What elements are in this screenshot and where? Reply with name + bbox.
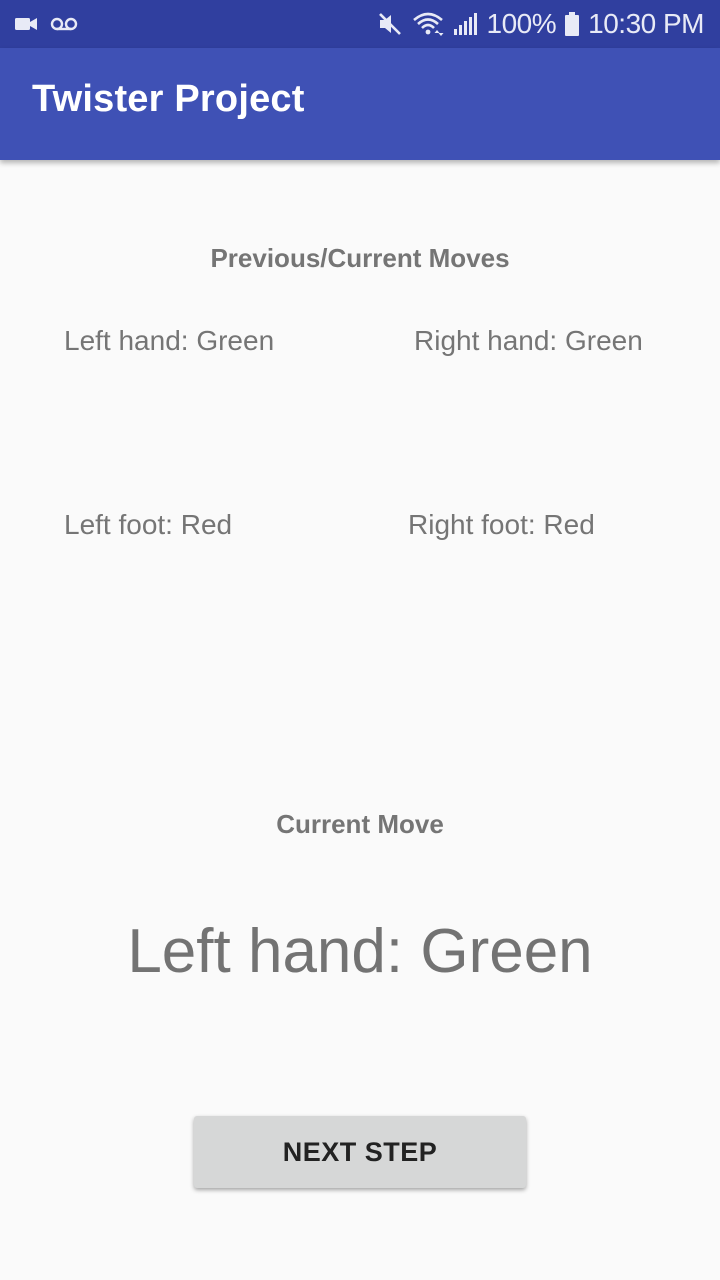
status-right-icons: 100% 10:30 PM xyxy=(377,0,704,48)
right-hand-move: Right hand: Green xyxy=(414,325,643,356)
status-left-icons xyxy=(14,12,78,36)
video-camera-icon xyxy=(14,15,38,33)
clock: 10:30 PM xyxy=(588,8,704,39)
signal-icon xyxy=(453,11,479,37)
battery-icon xyxy=(564,11,580,37)
wifi-icon xyxy=(411,11,445,37)
next-step-button[interactable]: NEXT STEP xyxy=(194,1116,526,1188)
current-move-value: Left hand: Green xyxy=(127,917,593,986)
app-title: Twister Project xyxy=(32,78,305,120)
app-bar: Twister Project xyxy=(0,48,720,160)
mute-icon xyxy=(377,11,403,37)
current-move-heading: Current Move xyxy=(276,809,444,839)
left-hand-move: Left hand: Green xyxy=(64,325,275,356)
battery-percent: 100% xyxy=(486,8,557,39)
voicemail-icon xyxy=(50,16,78,32)
right-foot-move: Right foot: Red xyxy=(408,509,595,540)
status-bar: 100% 10:30 PM xyxy=(0,0,720,48)
previous-moves-heading: Previous/Current Moves xyxy=(210,243,510,273)
left-foot-move: Left foot: Red xyxy=(64,509,233,540)
